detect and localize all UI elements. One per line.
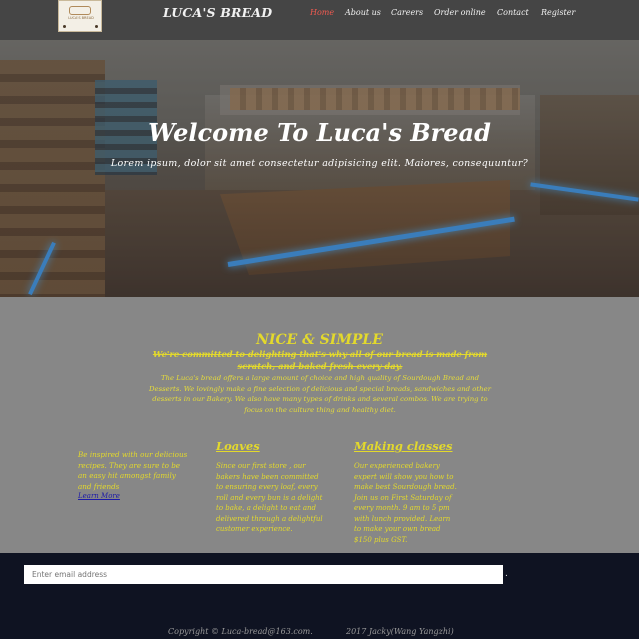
learn-more-link[interactable]: Learn More (78, 492, 188, 500)
nav-careers[interactable]: Careers (391, 8, 423, 17)
recipes-text: Be inspired with our delicious recipes. … (78, 450, 188, 491)
nav-home[interactable]: Home (310, 8, 334, 17)
loaves-heading: Loaves (216, 439, 260, 453)
nav-about-us[interactable]: About us (345, 8, 381, 17)
copyright-text: Copyright © Luca-bread@163.com. (168, 627, 313, 636)
email-input[interactable] (24, 565, 503, 584)
section-title: NICE & SIMPLE (256, 332, 383, 348)
credit-text: 2017 Jacky(Wang Yangzhi) (346, 627, 454, 636)
site-footer: . Copyright © Luca-bread@163.com. 2017 J… (0, 553, 639, 639)
nav-register[interactable]: Register (541, 8, 575, 17)
classes-text: Our experienced bakery expert will show … (354, 462, 457, 544)
loaves-text: Since our first store , our bakers have … (216, 462, 323, 533)
section-body: The Luca's bread offers a large amount o… (149, 374, 491, 414)
nav-contact[interactable]: Contact (497, 8, 529, 17)
about-section: NICE & SIMPLE We're committed to delight… (0, 297, 639, 553)
recipes-column: Be inspired with our delicious recipes. … (78, 450, 188, 500)
site-header: LUCA'S BREAD LUCA'S BREAD Home About us … (0, 0, 639, 40)
classes-column: Making classes Our experienced bakery ex… (354, 439, 458, 545)
hero-subtitle: Lorem ipsum, dolor sit amet consectetur … (110, 158, 529, 169)
hero-banner: Welcome To Luca's Bread Lorem ipsum, dol… (0, 40, 639, 297)
logo-text: LUCA'S BREAD (68, 16, 94, 20)
section-lead: We're committed to delighting that's why… (152, 349, 488, 371)
subscribe-button[interactable]: . (505, 569, 508, 579)
nav-order-online[interactable]: Order online (434, 8, 486, 17)
site-logo[interactable]: LUCA'S BREAD (58, 0, 102, 32)
logo-mark (69, 6, 91, 15)
logo-dot (95, 25, 98, 28)
brand-name[interactable]: LUCA'S BREAD (163, 5, 272, 20)
loaves-column: Loaves Since our first store , our baker… (216, 439, 324, 535)
classes-heading: Making classes (354, 439, 453, 453)
hero-title: Welcome To Luca's Bread (148, 118, 491, 147)
logo-dot (63, 25, 66, 28)
